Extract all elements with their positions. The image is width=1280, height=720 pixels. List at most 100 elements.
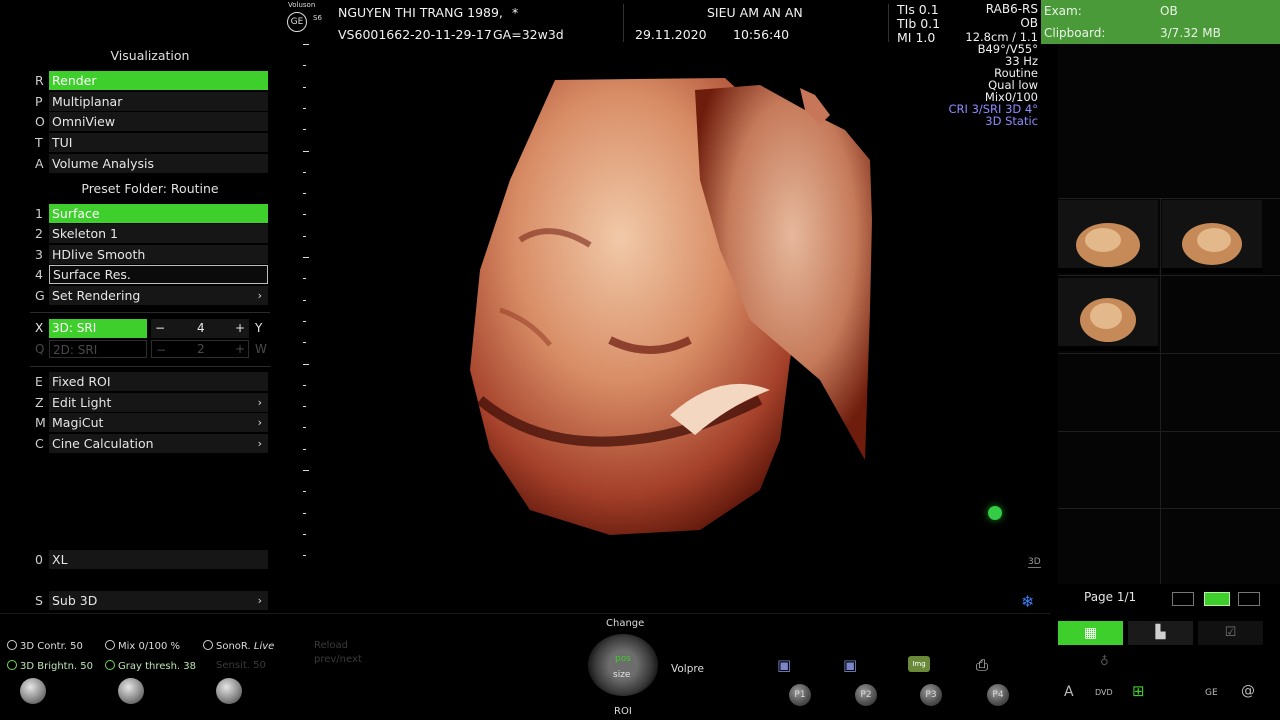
sri-2d-label: 2D: SRI: [49, 340, 147, 358]
p4-button[interactable]: P4: [987, 684, 1009, 706]
sri-3d-increment[interactable]: +: [235, 319, 245, 338]
preset-skeleton[interactable]: 2 Skeleton 1: [30, 224, 270, 243]
sri-3d-row[interactable]: X 3D: SRI − 4 + Y: [30, 319, 270, 338]
reload-label: Reload: [314, 640, 349, 651]
menu-label: Render: [49, 71, 268, 90]
menu-label: OmniView: [49, 112, 268, 131]
thumbnail-grid-divider: [1058, 353, 1280, 354]
magicut-button[interactable]: M MagiCut ›: [30, 413, 270, 432]
layout-1x1-button[interactable]: [1172, 592, 1194, 606]
preset-surface-res[interactable]: 4 Surface Res.: [30, 265, 270, 284]
shortcut-key: Y: [255, 321, 263, 335]
tib-value: TIb 0.1: [897, 16, 941, 31]
shortcut-key: T: [35, 135, 43, 150]
save-volume-icon[interactable]: ▣: [777, 656, 791, 674]
ruler-tick: [303, 150, 309, 152]
shortcut-key: C: [35, 436, 44, 451]
sri-3d-label[interactable]: 3D: SRI: [49, 319, 147, 338]
menu-tui[interactable]: T TUI: [30, 133, 270, 152]
3d-render-image: [470, 78, 872, 535]
preset-hdlive-smooth[interactable]: 3 HDlive Smooth: [30, 245, 270, 264]
exam-id: VS6001662-20-11-29-17: [338, 27, 492, 42]
shortcut-key: S: [35, 593, 43, 608]
shortcut-key: G: [35, 288, 45, 303]
menu-label: Volume Analysis: [49, 154, 268, 173]
institution-name: SIEU AM AN AN: [707, 5, 803, 20]
gray-threshold-knob[interactable]: [118, 678, 144, 704]
save-3d-icon[interactable]: ▣: [843, 656, 857, 674]
dvd-icon[interactable]: DVD: [1095, 688, 1113, 697]
image-parameter: 3D Static: [985, 114, 1038, 128]
shortcut-key: R: [35, 73, 44, 88]
ruler-tick: [303, 257, 309, 258]
shortcut-key: O: [35, 114, 45, 129]
thumbnail-grid-divider: [1058, 508, 1280, 509]
xl-button[interactable]: 0 XL: [30, 550, 270, 569]
shortcut-key: 0: [35, 552, 43, 567]
ruler-tick: [303, 65, 306, 67]
prev-next-label: prev/next: [314, 654, 362, 665]
ruler-tick: [303, 342, 306, 344]
menu-label: Sub 3D: [49, 591, 268, 610]
thumbnail-grid-divider: [1058, 431, 1280, 432]
sri-2d-increment: +: [235, 342, 246, 356]
probe-name: RAB6-RS: [985, 2, 1038, 16]
ruler-tick: [303, 235, 306, 237]
ruler-tick: [303, 278, 306, 280]
menu-label: TUI: [49, 133, 268, 152]
shortcut-key: W: [255, 342, 267, 356]
thumbnail-image[interactable]: [1058, 278, 1158, 351]
ge-service-icon[interactable]: GE: [1205, 688, 1218, 698]
edit-light-button[interactable]: Z Edit Light ›: [30, 393, 270, 412]
brand-model: S6: [313, 14, 322, 22]
layout-3x3-button[interactable]: [1238, 592, 1260, 606]
menu-multiplanar[interactable]: P Multiplanar: [30, 92, 270, 111]
ruler-tick: [303, 363, 309, 365]
network-icon[interactable]: ⊞: [1132, 682, 1145, 700]
chevron-right-icon: ›: [257, 437, 262, 450]
shortcut-key: E: [35, 374, 43, 389]
email-icon[interactable]: @: [1241, 683, 1255, 699]
visualization-title: Visualization: [110, 48, 190, 63]
trackball-control[interactable]: pos size: [588, 634, 658, 696]
chart-view-tab[interactable]: ▙: [1128, 621, 1193, 645]
bottom-divider: [0, 613, 1050, 614]
menu-render[interactable]: R Render: [30, 71, 270, 90]
printer-icon[interactable]: ⎙: [976, 656, 988, 674]
grid-view-tab[interactable]: ▦: [1058, 621, 1123, 645]
thumbnail-image[interactable]: [1058, 200, 1158, 273]
layout-2x2-button[interactable]: [1204, 592, 1230, 606]
3d-badge[interactable]: 3D: [1028, 557, 1041, 568]
text-annotation-icon[interactable]: A: [1064, 684, 1074, 700]
set-rendering-button[interactable]: G Set Rendering ›: [30, 286, 270, 305]
ring-icon: [105, 660, 115, 670]
p2-button[interactable]: P2: [855, 684, 877, 706]
ring-icon: [7, 640, 17, 650]
ruler-tick: [303, 427, 306, 429]
menu-omniview[interactable]: O OmniView: [30, 112, 270, 131]
tis-value: TIs 0.1: [897, 2, 939, 17]
ruler-tick: [303, 384, 306, 386]
menu-volume-analysis[interactable]: A Volume Analysis: [30, 154, 270, 173]
ruler-tick: [303, 470, 309, 471]
chevron-right-icon: ›: [257, 396, 262, 409]
snowflake-icon[interactable]: ❄: [1021, 592, 1034, 611]
cine-calculation-button[interactable]: C Cine Calculation ›: [30, 434, 270, 453]
fixed-roi-button[interactable]: E Fixed ROI: [30, 372, 270, 391]
sub-3d-button[interactable]: S Sub 3D ›: [30, 591, 270, 610]
save-image-icon[interactable]: Img: [908, 656, 930, 672]
menu-divider: [30, 312, 270, 313]
contrast-knob[interactable]: [20, 678, 46, 704]
p1-button[interactable]: P1: [789, 684, 811, 706]
shortcut-key: X: [35, 321, 44, 335]
thumbnail-image[interactable]: [1162, 200, 1262, 273]
p3-button[interactable]: P3: [920, 684, 942, 706]
microphone-icon: ♁: [1100, 654, 1109, 668]
preset-surface[interactable]: 1 Surface: [30, 204, 270, 223]
sonor-knob[interactable]: [216, 678, 242, 704]
roi-label: ROI: [614, 706, 632, 717]
mi-value: MI 1.0: [897, 30, 936, 45]
shortcut-key: 1: [35, 206, 43, 221]
checklist-tab[interactable]: ☑: [1198, 621, 1263, 645]
ruler-tick: [303, 448, 306, 450]
